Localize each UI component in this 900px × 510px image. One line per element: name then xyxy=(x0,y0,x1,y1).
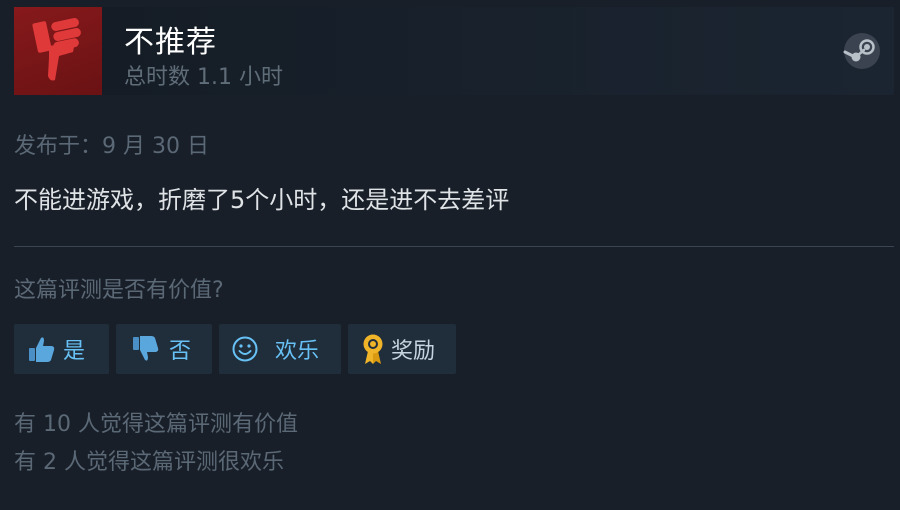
smiley-icon xyxy=(231,335,259,363)
divider xyxy=(14,246,894,247)
vote-yes-label: 是 xyxy=(63,339,86,364)
vote-no-label: 否 xyxy=(169,339,192,364)
playtime-hours: 总时数 1.1 小时 xyxy=(124,65,283,90)
posted-date: 发布于：9 月 30 日 xyxy=(14,134,209,159)
award-ribbon-icon xyxy=(360,333,386,365)
vote-yes-button[interactable]: 是 xyxy=(14,324,109,374)
funny-count: 有 2 人觉得这篇评测很欢乐 xyxy=(14,450,284,475)
vote-funny-button[interactable]: 欢乐 xyxy=(219,324,341,374)
recommendation-thumb[interactable] xyxy=(14,7,102,95)
recommendation-title: 不推荐 xyxy=(124,25,217,60)
thumbs-down-icon xyxy=(32,18,81,81)
award-label: 奖励 xyxy=(391,339,436,364)
steam-logo-icon xyxy=(843,33,880,69)
award-button[interactable]: 奖励 xyxy=(348,324,456,374)
thumbs-up-icon xyxy=(27,334,57,364)
helpful-count: 有 10 人觉得这篇评测有价值 xyxy=(14,412,298,437)
helpful-question: 这篇评测是否有价值? xyxy=(14,278,224,303)
vote-funny-label: 欢乐 xyxy=(275,339,320,364)
review-header: 不推荐 总时数 1.1 小时 xyxy=(14,7,894,95)
thumbs-down-icon xyxy=(131,334,161,364)
review-body: 不能进游戏，折磨了5个小时，还是进不去差评 xyxy=(14,186,510,214)
vote-no-button[interactable]: 否 xyxy=(116,324,212,374)
